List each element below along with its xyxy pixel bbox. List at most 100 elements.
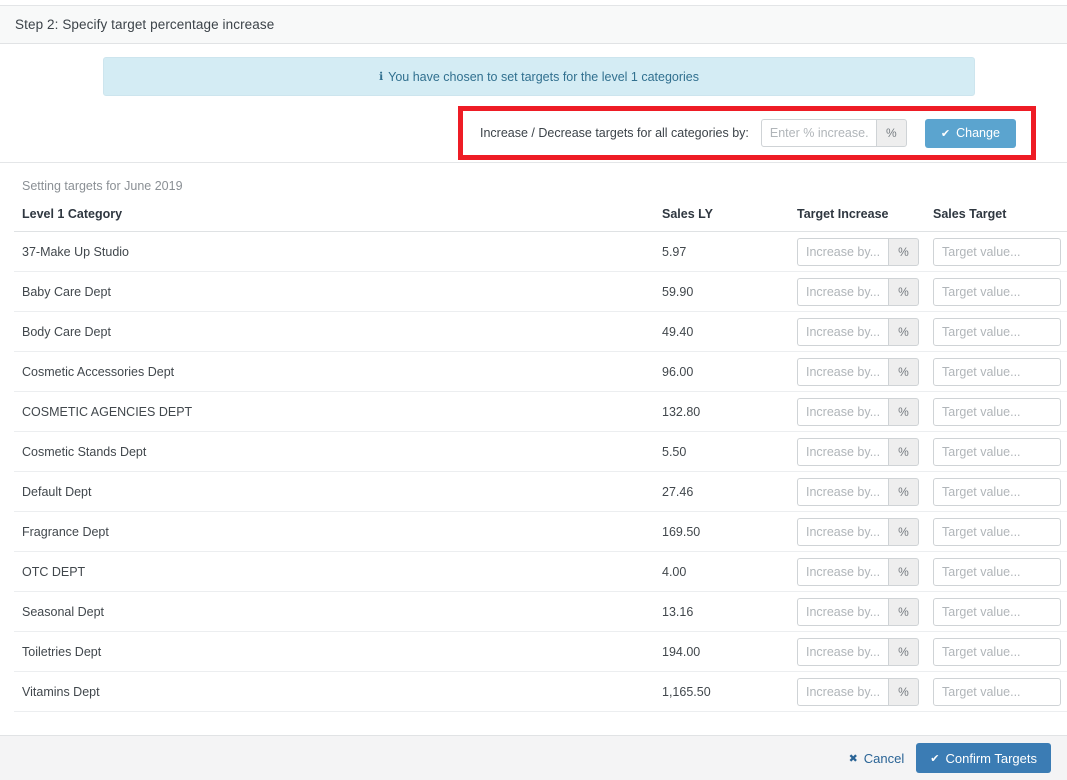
- cell-category: Vitamins Dept: [14, 671, 654, 712]
- cell-target-increase: %: [789, 591, 925, 632]
- cell-target-increase: %: [789, 271, 925, 312]
- increase-input[interactable]: [797, 437, 888, 466]
- cell-sales-target: [925, 431, 1067, 472]
- percent-addon: %: [888, 477, 919, 506]
- percent-addon: %: [888, 437, 919, 466]
- table-row: Toiletries Dept194.00%: [14, 631, 1067, 672]
- increase-input-group: %: [797, 677, 919, 706]
- step-header: Step 2: Specify target percentage increa…: [0, 6, 1067, 44]
- sales-target-input[interactable]: [933, 677, 1061, 706]
- bulk-change-label: Increase / Decrease targets for all cate…: [480, 126, 749, 140]
- cell-sales-ly: 27.46: [654, 471, 789, 512]
- cell-sales-target: [925, 311, 1067, 352]
- check-icon: ✔: [940, 126, 951, 140]
- sales-target-input[interactable]: [933, 517, 1061, 546]
- increase-input-group: %: [797, 437, 919, 466]
- table-row: Cosmetic Accessories Dept96.00%: [14, 351, 1067, 392]
- cell-target-increase: %: [789, 631, 925, 672]
- cell-sales-ly: 5.97: [654, 231, 789, 272]
- cell-target-increase: %: [789, 471, 925, 512]
- sales-target-input[interactable]: [933, 597, 1061, 626]
- cell-category: Toiletries Dept: [14, 631, 654, 672]
- cell-sales-target: [925, 231, 1067, 272]
- sales-target-input[interactable]: [933, 277, 1061, 306]
- change-button-label: Change: [956, 126, 1000, 140]
- sales-target-input[interactable]: [933, 357, 1061, 386]
- targets-table: Level 1 Category Sales LY Target Increas…: [14, 207, 1067, 712]
- percent-addon: %: [888, 557, 919, 586]
- cell-target-increase: %: [789, 311, 925, 352]
- sales-target-input[interactable]: [933, 437, 1061, 466]
- sales-target-input[interactable]: [933, 317, 1061, 346]
- bulk-change-wrap: Increase / Decrease targets for all cate…: [0, 106, 1067, 162]
- cell-category: Body Care Dept: [14, 311, 654, 352]
- cell-target-increase: %: [789, 431, 925, 472]
- cell-sales-ly: 169.50: [654, 511, 789, 552]
- close-icon: ✖: [848, 751, 858, 765]
- targets-table-area: Setting targets for June 2019 Level 1 Ca…: [0, 163, 1067, 712]
- table-row: 37-Make Up Studio5.97%: [14, 231, 1067, 272]
- cell-sales-ly: 5.50: [654, 431, 789, 472]
- sales-target-input[interactable]: [933, 397, 1061, 426]
- table-row: Cosmetic Stands Dept5.50%: [14, 431, 1067, 472]
- increase-input[interactable]: [797, 477, 888, 506]
- increase-input-group: %: [797, 517, 919, 546]
- cell-sales-target: [925, 551, 1067, 592]
- cancel-button[interactable]: ✖ Cancel: [837, 744, 917, 772]
- increase-input[interactable]: [797, 357, 888, 386]
- bulk-change-highlight-box: Increase / Decrease targets for all cate…: [458, 106, 1036, 160]
- table-row: Fragrance Dept169.50%: [14, 511, 1067, 552]
- increase-input[interactable]: [797, 317, 888, 346]
- sales-target-input[interactable]: [933, 557, 1061, 586]
- percent-addon: %: [888, 357, 919, 386]
- cell-sales-ly: 194.00: [654, 631, 789, 672]
- table-header-row: Level 1 Category Sales LY Target Increas…: [14, 207, 1067, 232]
- increase-input[interactable]: [797, 397, 888, 426]
- percent-addon: %: [888, 677, 919, 706]
- cell-sales-target: [925, 471, 1067, 512]
- confirm-button-label: Confirm Targets: [945, 750, 1037, 766]
- cell-target-increase: %: [789, 511, 925, 552]
- footer-bar: ✖ Cancel ✔ Confirm Targets: [0, 735, 1067, 780]
- increase-input[interactable]: [797, 237, 888, 266]
- sales-target-input[interactable]: [933, 637, 1061, 666]
- cell-sales-ly: 132.80: [654, 391, 789, 432]
- cell-sales-target: [925, 351, 1067, 392]
- cell-category: Default Dept: [14, 471, 654, 512]
- page-title: Step 2: Specify target percentage increa…: [15, 17, 275, 32]
- cell-sales-ly: 13.16: [654, 591, 789, 632]
- cell-sales-ly: 4.00: [654, 551, 789, 592]
- sales-target-input[interactable]: [933, 237, 1061, 266]
- table-row: Default Dept27.46%: [14, 471, 1067, 512]
- change-button[interactable]: ✔ Change: [924, 118, 1016, 148]
- cell-sales-target: [925, 511, 1067, 552]
- percent-addon: %: [888, 637, 919, 666]
- increase-input[interactable]: [797, 677, 888, 706]
- cell-category: COSMETIC AGENCIES DEPT: [14, 391, 654, 432]
- increase-input-group: %: [797, 397, 919, 426]
- confirm-targets-button[interactable]: ✔ Confirm Targets: [916, 743, 1051, 773]
- percent-addon: %: [888, 397, 919, 426]
- sales-target-input[interactable]: [933, 477, 1061, 506]
- bulk-percent-input[interactable]: [760, 119, 876, 147]
- percent-addon: %: [888, 317, 919, 346]
- alert-row: ℹ You have chosen to set targets for the…: [0, 44, 1067, 96]
- increase-input-group: %: [797, 597, 919, 626]
- increase-input[interactable]: [797, 517, 888, 546]
- column-header-sales-target: Sales Target: [925, 207, 1067, 232]
- cell-category: 37-Make Up Studio: [14, 231, 654, 272]
- increase-input[interactable]: [797, 557, 888, 586]
- cell-target-increase: %: [789, 231, 925, 272]
- cell-sales-target: [925, 591, 1067, 632]
- increase-input[interactable]: [797, 637, 888, 666]
- increase-input[interactable]: [797, 277, 888, 306]
- cell-category: Seasonal Dept: [14, 591, 654, 632]
- cancel-button-label: Cancel: [863, 750, 905, 766]
- cell-category: Baby Care Dept: [14, 271, 654, 312]
- increase-input-group: %: [797, 237, 919, 266]
- increase-input[interactable]: [797, 597, 888, 626]
- column-header-target-increase: Target Increase: [789, 207, 925, 232]
- cell-target-increase: %: [789, 391, 925, 432]
- increase-input-group: %: [797, 357, 919, 386]
- table-row: Seasonal Dept13.16%: [14, 591, 1067, 632]
